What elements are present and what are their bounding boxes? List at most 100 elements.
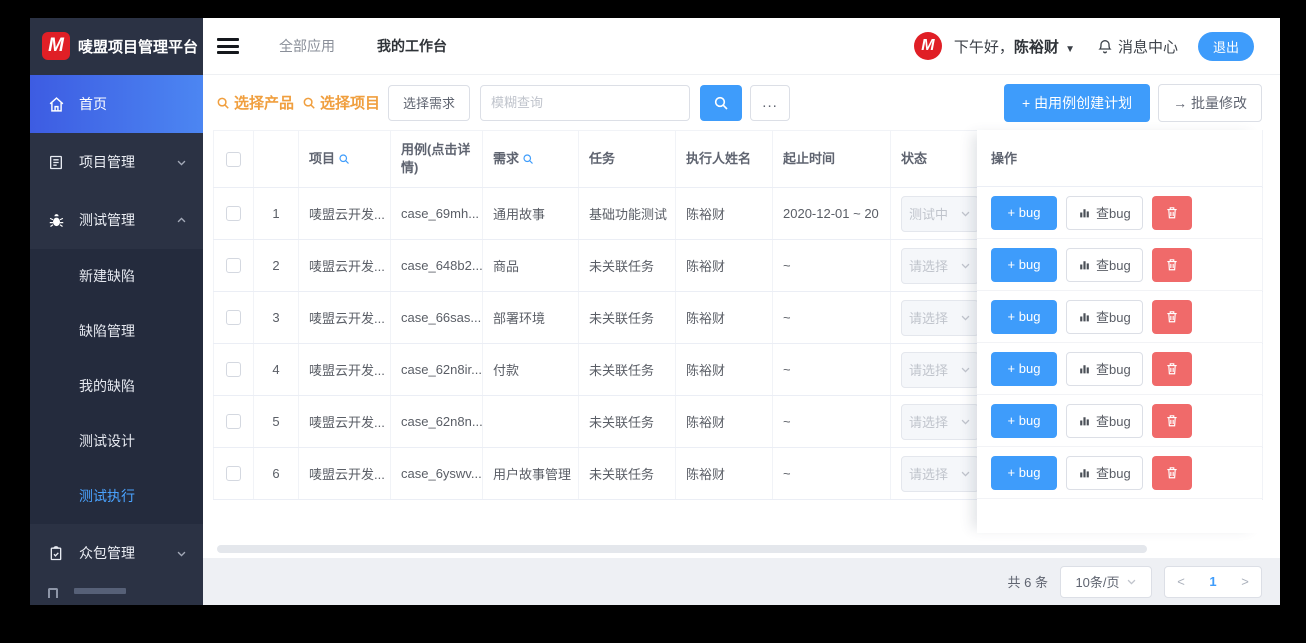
cell-task: 未关联任务: [578, 291, 676, 344]
cell-index: 1: [253, 187, 299, 240]
status-select[interactable]: 请选择: [901, 455, 979, 492]
home-icon: [48, 96, 65, 113]
page-size-select[interactable]: 10条/页: [1060, 565, 1152, 598]
sidebar-subitem[interactable]: 测试设计: [30, 414, 203, 469]
user-greeting[interactable]: 下午好，陈裕财 ▼: [954, 36, 1075, 57]
fuzzy-search-input[interactable]: [480, 84, 691, 121]
current-page[interactable]: 1: [1197, 574, 1229, 589]
cell-requirement: 通用故事: [482, 187, 579, 240]
cell-requirement: 商品: [482, 239, 579, 292]
column-search-icon[interactable]: [338, 153, 350, 165]
cell-executor: 陈裕财: [675, 291, 773, 344]
actions-row: + bug 查bug: [977, 187, 1262, 239]
sidebar-item-test-mgmt[interactable]: 测试管理: [30, 191, 203, 249]
cell-project: 唛盟云开发...: [298, 187, 391, 240]
add-bug-button[interactable]: + bug: [991, 299, 1057, 334]
status-select[interactable]: 请选择: [901, 299, 979, 336]
more-filters-button[interactable]: ...: [750, 84, 791, 121]
cell-requirement: 付款: [482, 343, 579, 396]
view-bug-button[interactable]: 查bug: [1066, 351, 1143, 386]
add-bug-button[interactable]: + bug: [991, 247, 1057, 282]
actions-row: + bug 查bug: [977, 343, 1262, 395]
select-all-checkbox[interactable]: [226, 151, 241, 167]
row-checkbox[interactable]: [226, 414, 241, 429]
delete-button[interactable]: [1151, 195, 1192, 230]
cell-status: 请选择: [890, 447, 991, 500]
username: 陈裕财: [1013, 38, 1059, 56]
partial-icon: [48, 588, 58, 598]
delete-button[interactable]: [1151, 247, 1192, 282]
tab-my-workbench[interactable]: 我的工作台: [377, 36, 447, 56]
header-executor: 执行人姓名: [675, 130, 773, 188]
sidebar-subitem[interactable]: 我的缺陷: [30, 359, 203, 414]
cell-requirement: [482, 395, 579, 448]
search-button[interactable]: [700, 84, 743, 121]
cell-case[interactable]: case_66sas...: [390, 291, 483, 344]
trash-icon: [1165, 205, 1179, 220]
sidebar-submenu: 新建缺陷 缺陷管理 我的缺陷 测试设计 测试执行: [30, 249, 203, 524]
sidebar-item-partial[interactable]: [30, 582, 203, 605]
delete-button[interactable]: [1151, 351, 1192, 386]
sidebar-item-project-mgmt[interactable]: 项目管理: [30, 133, 203, 191]
row-checkbox[interactable]: [226, 310, 241, 325]
row-checkbox[interactable]: [226, 362, 241, 377]
sidebar-subitem[interactable]: 测试执行: [30, 469, 203, 524]
sidebar-subitem[interactable]: 缺陷管理: [30, 304, 203, 359]
add-bug-button[interactable]: + bug: [991, 351, 1057, 386]
cell-case[interactable]: case_62n8ir...: [390, 343, 483, 396]
delete-button[interactable]: [1151, 403, 1192, 438]
status-select[interactable]: 请选择: [901, 351, 979, 388]
select-product-link[interactable]: 选择产品: [216, 92, 294, 113]
add-bug-button[interactable]: + bug: [991, 403, 1057, 438]
delete-button[interactable]: [1151, 299, 1192, 334]
cell-status: 请选择: [890, 291, 991, 344]
message-center-label: 消息中心: [1117, 38, 1178, 56]
add-bug-button[interactable]: + bug: [991, 455, 1057, 490]
cell-case[interactable]: case_69mh...: [390, 187, 483, 240]
trash-icon: [1165, 309, 1179, 324]
actions-row: + bug 查bug: [977, 291, 1262, 343]
row-checkbox[interactable]: [226, 206, 241, 221]
delete-button[interactable]: [1151, 455, 1192, 490]
view-bug-button[interactable]: 查bug: [1066, 195, 1143, 230]
view-bug-button[interactable]: 查bug: [1066, 403, 1143, 438]
sidebar-item-home[interactable]: 首页: [30, 75, 203, 133]
top-nav: 全部应用 我的工作台: [279, 36, 447, 56]
view-bug-button[interactable]: 查bug: [1066, 455, 1143, 490]
cell-index: 6: [253, 447, 299, 500]
prev-page-button[interactable]: <: [1165, 574, 1197, 589]
create-plan-button[interactable]: + 由用例创建计划: [1004, 83, 1151, 122]
add-bug-button[interactable]: + bug: [991, 195, 1057, 230]
cell-case[interactable]: case_62n8n...: [390, 395, 483, 448]
status-select[interactable]: 请选择: [901, 247, 979, 284]
cell-case[interactable]: case_6yswv...: [390, 447, 483, 500]
select-requirement-button[interactable]: 选择需求: [388, 84, 471, 121]
batch-edit-button[interactable]: → 批量修改: [1158, 83, 1262, 122]
tab-all-apps[interactable]: 全部应用: [279, 36, 335, 56]
next-page-button[interactable]: >: [1229, 574, 1261, 589]
sidebar-subitem[interactable]: 新建缺陷: [30, 249, 203, 304]
message-center[interactable]: 消息中心: [1097, 36, 1178, 57]
row-checkbox[interactable]: [226, 466, 241, 481]
chevron-down-icon: [960, 468, 971, 479]
status-select[interactable]: 测试中: [901, 195, 979, 232]
select-project-link[interactable]: 选择项目: [302, 92, 380, 113]
header-requirement: 需求: [482, 130, 579, 188]
status-select[interactable]: 请选择: [901, 403, 979, 440]
view-bug-button[interactable]: 查bug: [1066, 247, 1143, 282]
trash-icon: [1165, 465, 1179, 480]
row-checkbox[interactable]: [226, 258, 241, 273]
bar-chart-icon: [1078, 310, 1091, 323]
avatar[interactable]: M: [913, 32, 942, 60]
view-bug-button[interactable]: 查bug: [1066, 299, 1143, 334]
column-search-icon[interactable]: [522, 153, 534, 165]
sidebar-item-crowd-mgmt[interactable]: 众包管理: [30, 524, 203, 582]
cell-case[interactable]: case_648b2...: [390, 239, 483, 292]
partial-label: [74, 588, 126, 594]
logout-button[interactable]: 退出: [1197, 31, 1254, 61]
chevron-down-icon: [960, 260, 971, 271]
horizontal-scrollbar[interactable]: [217, 545, 1147, 553]
cell-task: 未关联任务: [578, 239, 676, 292]
menu-toggle-icon[interactable]: [217, 38, 239, 54]
bell-icon: [1097, 38, 1113, 54]
